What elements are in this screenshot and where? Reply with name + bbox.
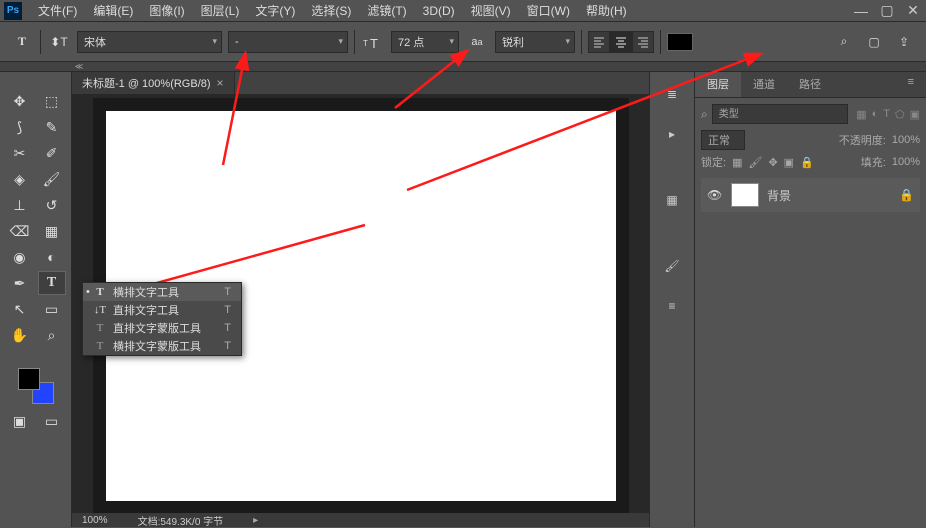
vertical-type-icon: ↓T [93,304,107,316]
horizontal-type-tool[interactable]: T 横排文字工具 T [83,283,241,301]
type-icon: T [93,286,107,298]
vertical-type-mask-tool[interactable]: T 直排文字蒙版工具 T [83,319,241,337]
horizontal-type-mask-icon: T [93,340,107,352]
vertical-type-tool[interactable]: ↓T 直排文字工具 T [83,301,241,319]
vertical-type-mask-icon: T [93,322,107,334]
annotation-arrows [0,0,926,527]
horizontal-type-mask-tool[interactable]: T 横排文字蒙版工具 T [83,337,241,355]
type-tool-flyout: T 横排文字工具 T ↓T 直排文字工具 T T 直排文字蒙版工具 T T 横排… [82,282,242,356]
